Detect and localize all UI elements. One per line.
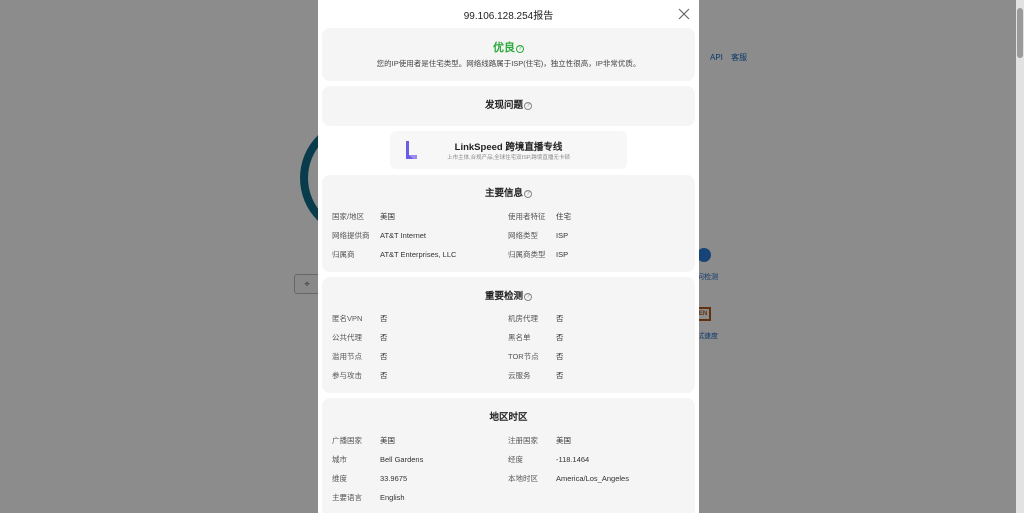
- geo-row-latitude: 维度 33.9675: [332, 473, 407, 484]
- geo-row-registered-country: 注册国家 美国: [508, 435, 571, 446]
- geo-label: 城市: [332, 455, 347, 464]
- detect-value: 否: [556, 314, 564, 323]
- geo-label: 经度: [508, 455, 523, 464]
- help-icon[interactable]: ?: [516, 45, 524, 53]
- info-row-owner-type: 归属商类型 ISP: [508, 249, 568, 260]
- geo-value: Bell Gardens: [380, 455, 424, 464]
- info-row-network-type: 网络类型 ISP: [508, 230, 568, 241]
- info-value: ISP: [556, 231, 569, 240]
- info-value: AT&T Enterprises, LLC: [380, 250, 457, 259]
- main-info-title-text: 主要信息: [484, 188, 523, 199]
- help-icon[interactable]: ?: [524, 190, 532, 198]
- detect-label: 黑名单: [508, 333, 531, 342]
- report-modal: 99.106.128.254报告 优良? 您的IP使用者是住宅类型。网络线路属于…: [318, 0, 699, 513]
- detect-value: 否: [556, 371, 564, 380]
- detect-value: 否: [380, 371, 388, 380]
- geo-card: 地区时区 广播国家 美国 注册国家 美国 城市 Bell Gardens 经度 -118…: [322, 398, 695, 513]
- geo-row-city: 城市 Bell Gardens: [332, 454, 423, 465]
- detect-label: TOR节点: [508, 352, 539, 361]
- geo-row-timezone: 本地时区 America/Los_Angeles: [508, 473, 629, 484]
- info-label: 归属商类型: [508, 250, 546, 259]
- geo-value: English: [380, 493, 405, 502]
- detect-label: 参与攻击: [332, 371, 362, 380]
- geo-row-language: 主要语言 English: [332, 492, 405, 503]
- detect-value: 否: [556, 333, 564, 342]
- detection-title-text: 重要检测: [484, 291, 523, 302]
- help-icon[interactable]: ?: [524, 293, 532, 301]
- detect-value: 否: [380, 352, 388, 361]
- close-icon[interactable]: [677, 7, 691, 21]
- help-icon[interactable]: ?: [524, 102, 532, 110]
- info-value: 美国: [380, 212, 395, 221]
- linkspeed-ad-banner[interactable]: LinkSpeed 跨境直播专线 上市主体,合规产品,全球住宅双ISP,跨境直播…: [390, 131, 627, 169]
- info-value: AT&T Internet: [380, 231, 426, 240]
- geo-value: 33.9675: [380, 474, 408, 483]
- geo-label: 维度: [332, 474, 347, 483]
- grade-label: 优良: [493, 42, 515, 54]
- detect-row-cloud: 云服务 否: [508, 370, 564, 381]
- detect-row-public-proxy: 公共代理 否: [332, 332, 388, 343]
- issues-title: 发现问题?: [322, 97, 695, 111]
- info-value: ISP: [556, 250, 569, 259]
- info-label: 网络提供商: [332, 231, 370, 240]
- info-row-owner: 归属商 AT&T Enterprises, LLC: [332, 249, 456, 260]
- page-scrollbar[interactable]: [1016, 0, 1024, 513]
- geo-label: 本地时区: [508, 474, 538, 483]
- detect-row-abuse: 滥用节点 否: [332, 351, 388, 362]
- detect-row-blacklist: 黑名单 否: [508, 332, 564, 343]
- info-row-country: 国家/地区 美国: [332, 211, 395, 222]
- scrollbar-thumb[interactable]: [1017, 8, 1023, 58]
- detect-row-tor: TOR节点 否: [508, 351, 564, 362]
- quality-grade: 优良?: [322, 39, 695, 55]
- detect-value: 否: [556, 352, 564, 361]
- main-info-title: 主要信息?: [322, 185, 695, 199]
- issues-card: 发现问题?: [322, 86, 695, 126]
- geo-value: America/Los_Angeles: [556, 474, 629, 483]
- geo-title: 地区时区: [489, 412, 528, 423]
- info-row-user-type: 使用者特征 住宅: [508, 211, 571, 222]
- detection-card: 重要检测? 匿名VPN 否 机房代理否 公共代理否 黑名单否 滥用节点否 TOR节…: [322, 277, 695, 393]
- detect-label: 匿名VPN: [332, 314, 363, 323]
- detect-row-vpn: 匿名VPN 否: [332, 313, 388, 324]
- info-label: 使用者特征: [508, 212, 546, 221]
- detection-title: 重要检测?: [322, 288, 695, 302]
- detect-label: 公共代理: [332, 333, 362, 342]
- geo-row-longitude: 经度 -118.1464: [508, 454, 589, 465]
- geo-row-broadcast-country: 广播国家 美国: [332, 435, 395, 446]
- geo-label: 广播国家: [332, 436, 362, 445]
- info-label: 归属商: [332, 250, 355, 259]
- modal-title: 99.106.128.254报告: [463, 11, 554, 22]
- detect-row-datacenter-proxy: 机房代理 否: [508, 313, 564, 324]
- detect-row-attack: 参与攻击 否: [332, 370, 388, 381]
- geo-value: 美国: [380, 436, 395, 445]
- geo-value: 美国: [556, 436, 571, 445]
- detect-value: 否: [380, 333, 388, 342]
- detect-value: 否: [380, 314, 388, 323]
- ad-title: LinkSpeed 跨境直播专线: [454, 142, 563, 153]
- detect-label: 机房代理: [508, 314, 538, 323]
- ad-subtitle: 上市主体,合规产品,全球住宅双ISP,跨境直播无卡顿: [447, 155, 570, 161]
- verdict-description: 您的IP使用者是住宅类型。网络线路属于ISP(住宅)，独立性很高，IP非常优质。: [376, 59, 641, 68]
- main-info-card: 主要信息? 国家/地区 美国 使用者特征 住宅 网络提供商 AT&T Internet…: [322, 175, 695, 272]
- geo-label: 主要语言: [332, 493, 362, 502]
- info-label: 国家/地区: [332, 212, 365, 221]
- info-row-isp: 网络提供商 AT&T Internet: [332, 230, 426, 241]
- geo-value: -118.1464: [556, 455, 590, 464]
- detect-label: 云服务: [508, 371, 531, 380]
- info-label: 网络类型: [508, 231, 538, 240]
- geo-label: 注册国家: [508, 436, 538, 445]
- issues-title-text: 发现问题: [484, 100, 523, 111]
- verdict-card: 优良? 您的IP使用者是住宅类型。网络线路属于ISP(住宅)，独立性很高，IP非…: [322, 28, 695, 81]
- info-value: 住宅: [556, 212, 571, 221]
- detect-label: 滥用节点: [332, 352, 362, 361]
